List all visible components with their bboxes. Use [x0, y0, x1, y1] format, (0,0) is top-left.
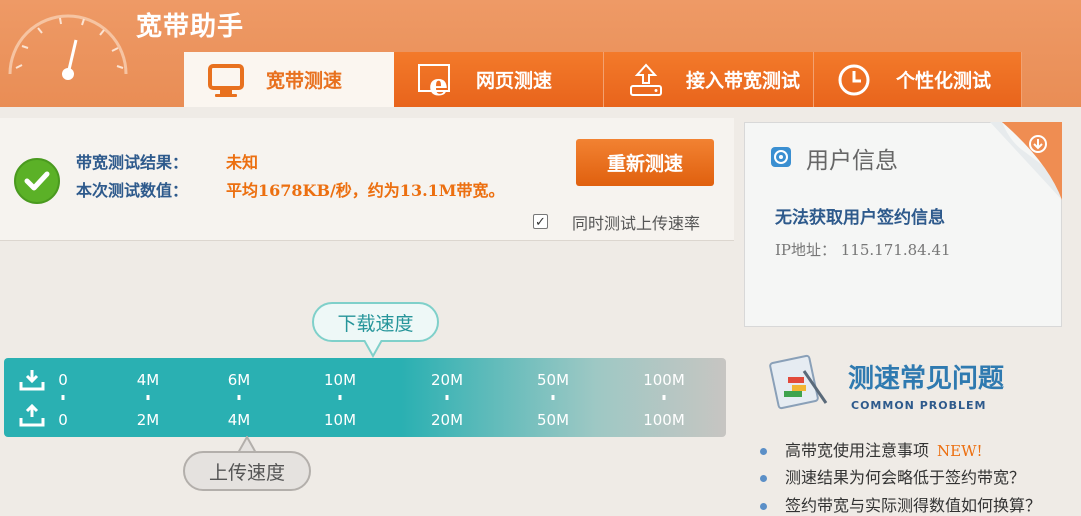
faq-text: 签约带宽与实际测得数值如何换算？	[785, 496, 1042, 515]
download-tick-label: 0	[58, 371, 68, 389]
tab-label: 网页测速	[476, 70, 553, 92]
user-info-message: 无法获取用户签约信息	[775, 208, 945, 228]
upload-tick-label: 2M	[136, 411, 160, 429]
faq-text: 测速结果为何会略低于签约带宽？	[785, 468, 1026, 487]
bullet-icon	[760, 448, 767, 455]
download-tick-label: 100M	[643, 371, 685, 389]
download-tick-label: 4M	[136, 371, 160, 389]
page-curl-corner	[990, 122, 1062, 200]
upload-tick-label: 4M	[227, 411, 251, 429]
upload-test-label[interactable]: 同时测试上传速率	[572, 210, 700, 234]
download-icon	[19, 370, 45, 391]
tick-marker	[61, 395, 65, 400]
faq-text: 高带宽使用注意事项	[785, 441, 930, 460]
tab-broadband-speed[interactable]: 宽带测速	[184, 52, 394, 107]
clock-icon	[838, 64, 870, 95]
faq-link[interactable]: 高带宽使用注意事项 NEW!	[760, 437, 983, 461]
faq-link[interactable]: 签约带宽与实际测得数值如何换算？	[760, 492, 1041, 516]
download-tick-label: 50M	[536, 371, 570, 389]
upload-tick-label: 20M	[430, 411, 464, 429]
router-icon	[630, 63, 662, 96]
faq-link[interactable]: 测速结果为何会略低于签约带宽？	[760, 464, 1025, 488]
faq-subtitle: COMMON PROBLEM	[851, 399, 987, 412]
tab-access-bandwidth[interactable]: 接入带宽测试	[604, 52, 814, 107]
tick-marker	[662, 395, 666, 400]
retest-button[interactable]: 重新测速	[576, 139, 714, 186]
tab-label: 宽带测速	[266, 70, 343, 92]
monitor-icon	[208, 63, 244, 97]
tab-label: 个性化测试	[896, 70, 992, 92]
download-speed-bubble: 下载速度	[312, 302, 439, 342]
faq-books-icon	[769, 354, 828, 410]
upload-icon	[19, 404, 45, 427]
user-info-icon	[771, 147, 791, 167]
download-tick-label: 10M	[323, 371, 357, 389]
success-check-icon	[14, 158, 60, 204]
ie-browser-icon: e	[418, 63, 450, 98]
tab-custom-test[interactable]: 个性化测试	[814, 52, 1022, 107]
upload-speed-bubble: 上传速度	[183, 451, 311, 491]
ip-address: IP地址： 115.171.84.41	[775, 241, 951, 259]
faq-title: 测速常见问题	[848, 364, 1005, 394]
measure-value: 平均1678KB/秒，约为13.1M带宽。	[226, 181, 505, 200]
tick-marker	[237, 395, 241, 400]
upload-tick-label: 100M	[643, 411, 685, 429]
measure-label: 本次测试数值：	[76, 181, 189, 200]
download-bubble-pointer	[364, 340, 382, 358]
download-tick-label: 6M	[227, 371, 251, 389]
tab-label: 接入带宽测试	[686, 70, 801, 92]
download-tick-label: 20M	[430, 371, 464, 389]
app-title: 宽带助手	[136, 12, 245, 42]
tab-webpage-speed[interactable]: e 网页测速	[394, 52, 604, 107]
bullet-icon	[760, 503, 767, 510]
tick-marker	[338, 395, 342, 400]
result-value: 未知	[226, 153, 259, 172]
svg-text:e: e	[429, 68, 448, 98]
upload-tick-label: 50M	[536, 411, 570, 429]
speed-scale-bar: 0 0 4M 2M 6M 4M 10M 10M 20M 20M 50M 50M 100M 100M	[4, 358, 726, 437]
tick-marker	[146, 395, 150, 400]
result-label: 带宽测试结果：	[76, 153, 189, 172]
upload-tick-label: 0	[58, 411, 68, 429]
speedometer-logo-icon	[8, 14, 128, 80]
tick-marker	[445, 395, 449, 400]
upload-tick-label: 10M	[323, 411, 357, 429]
bullet-icon	[760, 475, 767, 482]
user-info-title: 用户信息	[806, 148, 898, 174]
tick-marker	[551, 395, 555, 400]
new-badge: NEW!	[937, 442, 983, 460]
upload-test-checkbox[interactable]: ✓	[533, 214, 548, 230]
